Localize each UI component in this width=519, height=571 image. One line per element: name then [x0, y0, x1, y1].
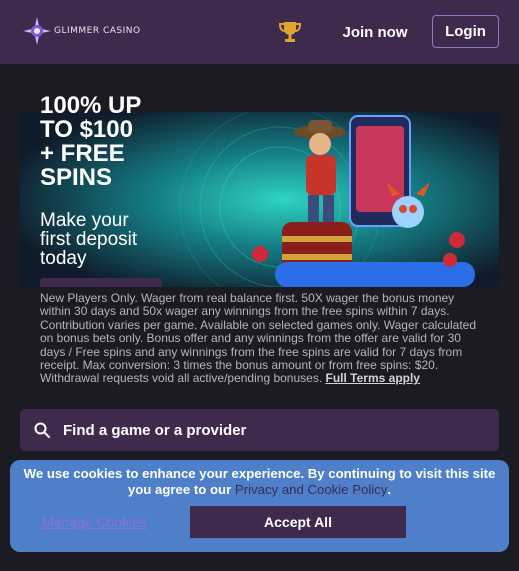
game-search-bar[interactable]: [20, 409, 499, 451]
join-now-button[interactable]: Join now: [336, 16, 414, 48]
promo-headline-line: TO $100: [40, 116, 133, 143]
full-terms-link[interactable]: Full Terms apply: [326, 371, 420, 385]
cookie-consent-banner: We use cookies to enhance your experienc…: [10, 460, 509, 552]
search-input[interactable]: [63, 421, 483, 439]
logo-text: GLIMMER CASINO: [54, 26, 141, 36]
accept-all-button[interactable]: Accept All: [190, 506, 406, 538]
promo-subheadline-line: first deposit: [40, 229, 138, 250]
login-button[interactable]: Login: [432, 15, 499, 48]
promo-subheadline: Make your first deposit today: [40, 211, 220, 268]
cookie-message: We use cookies to enhance your experienc…: [20, 466, 499, 498]
search-icon: [34, 422, 50, 438]
privacy-policy-link[interactable]: Privacy and Cookie Policy: [235, 482, 387, 497]
promo-banner[interactable]: 100% UP TO $100 + FREE SPINS Make your f…: [0, 64, 519, 287]
cookie-message-period: .: [387, 482, 392, 497]
trophy-icon[interactable]: [279, 20, 301, 44]
promo-headline: 100% UP TO $100 + FREE SPINS: [40, 94, 220, 190]
logo-star-icon: [23, 17, 51, 45]
casino-logo[interactable]: GLIMMER CASINO: [22, 14, 142, 48]
bonus-terms: New Players Only. Wager from real balanc…: [40, 291, 480, 386]
promo-headline-line: + FREE: [40, 140, 125, 167]
manage-cookies-link[interactable]: Manage Cookies: [42, 514, 172, 530]
promo-subheadline-line: today: [40, 248, 87, 269]
promo-headline-line: 100% UP: [40, 92, 142, 119]
promo-headline-line: SPINS: [40, 164, 113, 191]
promo-subheadline-line: Make your: [40, 210, 129, 231]
promo-cta-button[interactable]: [40, 278, 162, 287]
top-header: GLIMMER CASINO Join now Login: [0, 0, 519, 64]
